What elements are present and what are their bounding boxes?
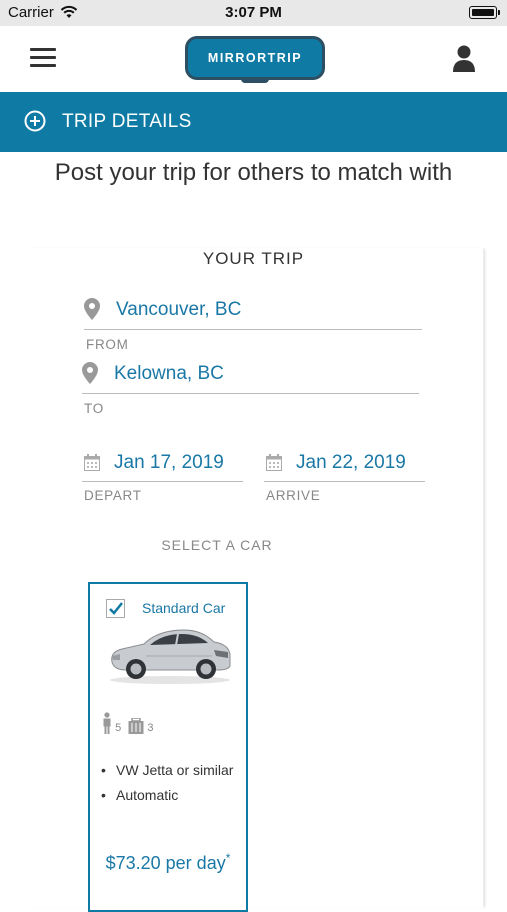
mirrortrip-logo[interactable]: MIRRORTRIP [185,36,325,80]
car-features-list: VW Jetta or similar Automatic [96,758,246,808]
luggage-icon [128,717,144,734]
page-headline: Post your trip for others to match with [54,159,453,186]
car-specs: 5 3 [102,712,153,734]
car-image [110,629,231,684]
arrive-date-field[interactable]: Jan 22, 2019 [264,451,425,482]
from-field[interactable]: Vancouver, BC [84,298,422,330]
bag-count: 3 [147,722,154,734]
passenger-icon [103,712,111,734]
user-profile-icon[interactable] [450,44,478,74]
car-select-checkbox[interactable] [106,599,125,618]
depart-value: Jan 17, 2019 [114,452,224,473]
battery-cap [498,10,500,15]
depart-date-field[interactable]: Jan 17, 2019 [82,451,243,482]
checkmark-icon [109,602,123,615]
to-value: Kelowna, BC [114,363,224,384]
price-text: $73.20 per day [105,853,226,873]
arrive-label: ARRIVE [266,488,321,503]
trip-details-banner[interactable]: TRIP DETAILS [0,92,507,152]
from-value: Vancouver, BC [116,299,242,320]
banner-title: TRIP DETAILS [62,111,192,132]
depart-label: DEPART [84,488,142,503]
clock-time: 3:07 PM [225,4,282,21]
from-label: FROM [86,337,129,352]
status-bar: Carrier 3:07 PM [0,0,507,26]
battery-icon [469,6,497,19]
feature-item: VW Jetta or similar [96,758,246,783]
select-car-label: SELECT A CAR [161,537,273,553]
section-title: YOUR TRIP [202,249,305,268]
car-name: Standard Car [142,600,226,616]
calendar-icon [266,454,282,471]
calendar-icon [84,454,100,471]
car-option-card[interactable]: Standard Car 5 3 • VW Jetta or similar •… [88,582,248,912]
logo-tab [241,78,269,83]
to-label: TO [84,401,104,416]
hamburger-menu-icon[interactable] [30,48,56,68]
price-footnote: * [225,851,231,865]
logo-text: MIRRORTRIP [188,39,322,77]
arrive-value: Jan 22, 2019 [296,452,406,473]
location-pin-icon [82,362,98,384]
passenger-count: 5 [115,722,122,734]
car-price: $73.20 per day* [90,846,246,876]
trip-card: YOUR TRIP Vancouver, BC FROM Kelowna, BC… [24,248,484,912]
location-pin-icon [84,298,100,320]
app-header: MIRRORTRIP [0,26,507,92]
to-field[interactable]: Kelowna, BC [82,362,419,394]
feature-item: Automatic [96,783,246,808]
plus-circle-icon [24,110,46,132]
